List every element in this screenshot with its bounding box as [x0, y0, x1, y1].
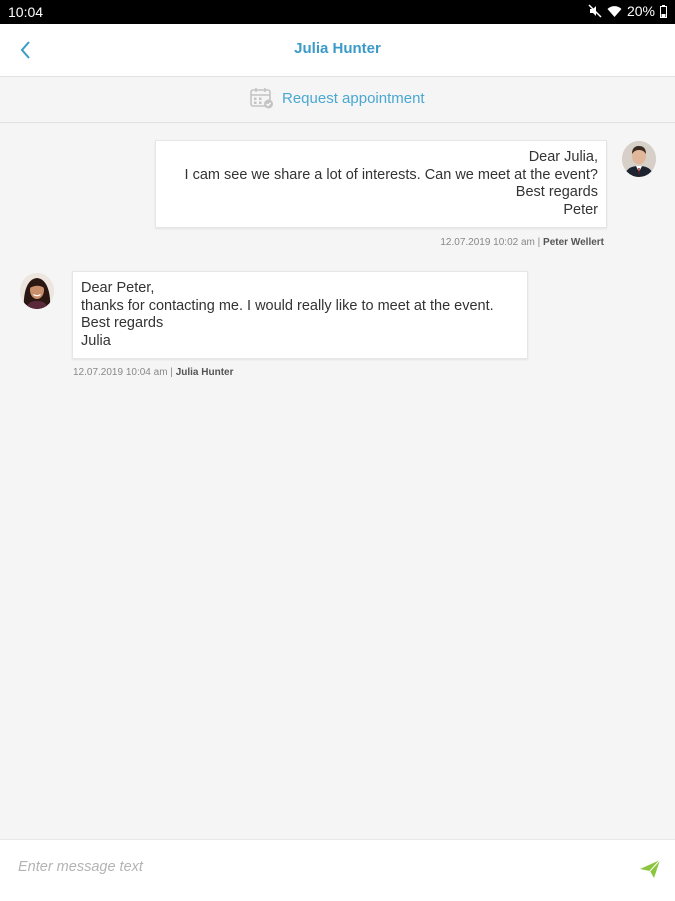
message-meta-incoming: 12.07.2019 10:04 am | Julia Hunter — [73, 367, 233, 378]
message-line: I cam see we share a lot of interests. C… — [184, 166, 598, 183]
request-appointment-label: Request appointment — [282, 89, 425, 107]
message-sender: Peter Wellert — [543, 237, 604, 248]
battery-icon — [660, 4, 667, 18]
message-line: Julia — [81, 332, 111, 349]
meta-separator: | — [167, 367, 176, 378]
avatar-peter[interactable] — [622, 141, 656, 177]
message-sender: Julia Hunter — [175, 367, 234, 378]
send-button[interactable] — [638, 858, 662, 880]
message-meta-outgoing: 12.07.2019 10:02 am | Peter Wellert — [440, 237, 604, 248]
wifi-icon — [607, 5, 622, 18]
status-icons: 20% — [588, 3, 667, 19]
status-time: 10:04 — [8, 4, 44, 20]
mute-icon — [588, 4, 602, 18]
calendar-icon — [250, 88, 273, 109]
meta-separator: | — [534, 237, 544, 248]
appointment-bar: Request appointment — [0, 77, 675, 123]
composer-bar — [0, 839, 675, 901]
message-line: Dear Peter, — [81, 280, 155, 296]
battery-percent: 20% — [626, 3, 655, 19]
message-line: Best regards — [515, 184, 598, 200]
message-timestamp: 12.07.2019 10:04 am — [73, 367, 168, 378]
chat-area: Dear Julia, I cam see we share a lot of … — [0, 123, 675, 839]
message-line: Peter — [563, 201, 598, 218]
app-header: Julia Hunter — [0, 24, 675, 77]
avatar-julia[interactable] — [20, 273, 54, 309]
message-bubble-outgoing: Dear Julia, I cam see we share a lot of … — [155, 140, 607, 228]
status-bar: 10:04 20% — [0, 0, 675, 24]
message-line: Dear Julia, — [528, 149, 598, 165]
message-timestamp: 12.07.2019 10:02 am — [440, 237, 535, 248]
message-input[interactable] — [16, 854, 610, 880]
message-line: thanks for contacting me. I would really… — [81, 297, 494, 314]
send-icon — [640, 859, 661, 878]
message-bubble-incoming: Dear Peter, thanks for contacting me. I … — [72, 271, 528, 359]
page-title: Julia Hunter — [294, 40, 381, 57]
message-line: Best regards — [81, 315, 164, 331]
request-appointment-button[interactable]: Request appointment — [250, 87, 425, 109]
